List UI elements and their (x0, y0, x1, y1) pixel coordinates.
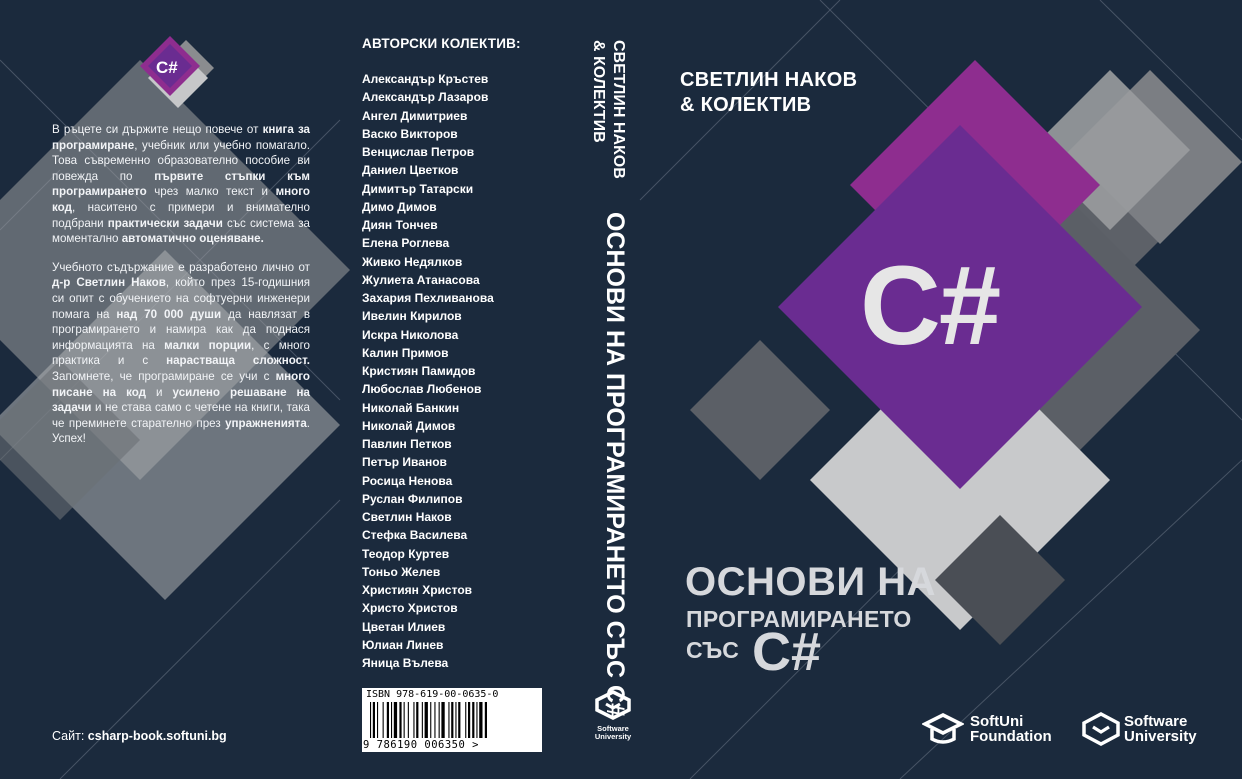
author-item: Захария Пехливанова (362, 291, 494, 305)
back-paragraph-1: В ръцете си държите нещо повече от книга… (52, 123, 310, 246)
software-university-icon (1082, 712, 1120, 746)
front-title-csharp: C# (752, 622, 822, 682)
author-item: Кристиян Памидов (362, 364, 476, 378)
site-url[interactable]: csharp-book.softuni.bg (88, 729, 227, 743)
author-item: Руслан Филипов (362, 491, 463, 506)
author-item: Николай Димов (362, 418, 456, 433)
front-author-collective: & КОЛЕКТИВ (680, 94, 812, 116)
author-item: Александър Лазаров (362, 90, 489, 105)
author-item: Искра Николова (362, 327, 459, 342)
spine-title-text: ОСНОВИ НА ПРОГРАМИРАНЕТО СЪС C# (601, 212, 629, 718)
author-item: Петър Иванов (362, 455, 447, 470)
author-item: Юлиан Линев (362, 637, 444, 652)
author-item: Стефка Василева (362, 528, 468, 543)
back-description: В ръцете си държите нещо повече от книга… (52, 122, 310, 460)
site-label: Сайт: (52, 729, 85, 743)
spine-logo-line2: University (594, 732, 632, 741)
author-item: Даниел Цветков (362, 163, 459, 178)
author-item: Тоньо Желев (362, 564, 441, 579)
author-item: Християн Христов (362, 583, 473, 597)
logo1-line2: Foundation (970, 728, 1052, 745)
author-item: Ивелин Кирилов (362, 309, 462, 324)
author-item: Калин Примов (362, 345, 449, 360)
logo2-line1: Software (1124, 713, 1188, 730)
author-item: Диян Тончев (362, 218, 438, 232)
authors-title: АВТОРСКИ КОЛЕКТИВ: (362, 36, 521, 51)
author-item: Любослав Любенов (362, 382, 482, 397)
isbn-number: ISBN 978-619-00-0635-0 (366, 689, 499, 700)
spine-author-name: СВЕТЛИН НАКОВ (610, 40, 627, 179)
author-item: Елена Роглева (362, 236, 450, 251)
author-item: Венцислав Петров (362, 145, 475, 159)
front-author: СВЕТЛИН НАКОВ & КОЛЕКТИВ (680, 68, 857, 118)
softuni-icon (595, 690, 631, 720)
author-item: Николай Банкин (362, 400, 460, 415)
author-item: Росица Ненова (362, 473, 453, 488)
author-item: Живко Недялков (362, 254, 463, 269)
spine-author-collective: & КОЛЕКТИВ (590, 40, 607, 143)
softuni-foundation-icon (922, 713, 964, 744)
book-cover: C# В ръцете си държите нещо повече от кн… (0, 0, 1242, 779)
front-title-line3: СЪС (686, 637, 739, 663)
barcode-graphic (370, 702, 487, 738)
author-item: Теодор Куртев (362, 546, 450, 561)
author-item: Александър Кръстев (362, 72, 489, 86)
spine-logo: Software University (588, 690, 638, 741)
logo1-line1: SoftUni (970, 713, 1024, 730)
spine-author: СВЕТЛИН НАКОВ & КОЛЕКТИВ (583, 40, 628, 240)
author-item: Светлин Наков (362, 510, 452, 524)
author-item: Яница Вълева (362, 656, 449, 670)
front-title-line1: ОСНОВИ НА (685, 560, 937, 604)
front-csharp-logo: C# (860, 243, 1001, 368)
author-item: Павлин Петков (362, 437, 452, 451)
front-author-name: СВЕТЛИН НАКОВ (680, 69, 858, 91)
author-item: Васко Викторов (362, 126, 458, 141)
isbn-barcode: ISBN 978-619-00-0635-0 9 786190 006350 > (362, 688, 542, 752)
logo2-line2: University (1124, 728, 1197, 745)
author-item: Димитър Татарски (362, 181, 474, 196)
author-item: Ангел Димитриев (362, 108, 468, 123)
back-paragraph-2: Учебното съдържание е разработено лично … (52, 260, 311, 446)
back-logo-text: C# (156, 58, 178, 77)
site-line: Сайт: csharp-book.softuni.bg (52, 729, 227, 743)
author-item: Димо Димов (362, 199, 437, 214)
author-item: Цветан Илиев (362, 619, 446, 634)
author-item: Жулиета Атанасова (362, 272, 480, 287)
authors-list: Александър Кръстев Александър Лазаров Анге… (362, 70, 494, 672)
barcode-digits: 9 786190 006350 > (363, 739, 479, 751)
author-item: Христо Христов (362, 601, 458, 616)
